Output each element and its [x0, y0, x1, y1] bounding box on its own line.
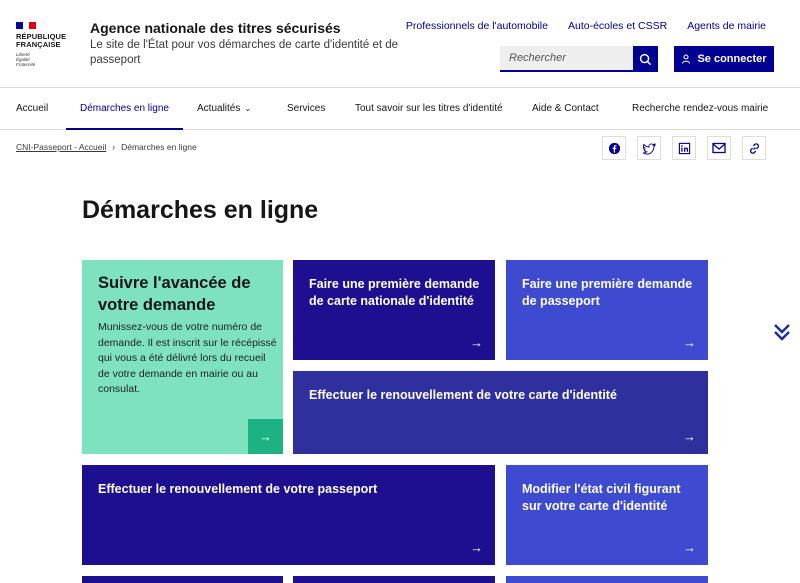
user-icon	[682, 54, 691, 64]
link-icon	[749, 142, 759, 154]
nav-actualites[interactable]: Actualités ⌄	[197, 88, 251, 130]
linkedin-icon	[678, 142, 690, 154]
arrow-right-icon: →	[683, 335, 696, 350]
republique-logo[interactable]: RÉPUBLIQUE FRANÇAISE Liberté Égalité Fra…	[16, 22, 76, 67]
card-partial-3[interactable]	[506, 576, 708, 583]
login-button[interactable]: Se connecter	[674, 46, 774, 72]
nav-accueil[interactable]: Accueil	[16, 88, 48, 130]
search-icon	[639, 53, 652, 65]
card-premiere-cni-title: Faire une première demande de carte nati…	[309, 277, 480, 308]
nav-recherche-rdv[interactable]: Recherche rendez-vous mairie	[632, 88, 768, 130]
breadcrumb: CNI-Passeport - Accueil › Démarches en l…	[16, 142, 197, 152]
breadcrumb-current: Démarches en ligne	[121, 142, 197, 152]
link-auto-ecoles[interactable]: Auto-écoles et CSSR	[568, 20, 667, 32]
top-links: Professionnels de l'automobile Auto-écol…	[406, 20, 766, 32]
flag-icon	[16, 22, 37, 29]
card-premier-passeport-title: Faire une première demande de passeport	[522, 277, 693, 308]
main-nav: Accueil Démarches en ligne Actualités ⌄ S…	[0, 88, 800, 130]
arrow-right-icon[interactable]: →	[248, 419, 283, 454]
copy-link-button[interactable]	[742, 136, 766, 160]
share-linkedin-button[interactable]	[672, 136, 696, 160]
card-partial-2[interactable]	[293, 576, 495, 583]
scroll-down-icon[interactable]	[772, 322, 792, 343]
motto-fraternite: Fraternité	[16, 62, 36, 67]
card-premiere-cni[interactable]: Faire une première demande de carte nati…	[293, 260, 495, 360]
card-suivre-demande[interactable]: Suivre l'avancée de votre demande Muniss…	[82, 260, 283, 454]
nav-demarches-en-ligne[interactable]: Démarches en ligne	[66, 88, 183, 130]
search-input[interactable]: Rechercher	[500, 46, 633, 72]
chevron-down-icon: ⌄	[244, 104, 252, 113]
arrow-right-icon: →	[470, 335, 483, 350]
facebook-icon	[608, 142, 620, 154]
arrow-right-icon: →	[683, 540, 696, 555]
page-title: Démarches en ligne	[82, 196, 319, 224]
breadcrumb-chevron-icon: ›	[112, 142, 116, 152]
arrow-right-icon: →	[683, 429, 696, 444]
twitter-icon	[642, 142, 656, 155]
site-header: RÉPUBLIQUE FRANÇAISE Liberté Égalité Fra…	[0, 0, 800, 88]
site-title[interactable]: Agence nationale des titres sécurisés	[90, 20, 341, 36]
mail-icon	[712, 142, 726, 154]
nav-tout-savoir[interactable]: Tout savoir sur les titres d'identité	[355, 88, 503, 130]
share-email-button[interactable]	[707, 136, 731, 160]
card-suivre-title: Suivre l'avancée de votre demande	[98, 274, 251, 314]
nav-aide-contact[interactable]: Aide & Contact	[532, 88, 599, 130]
link-professionnels-auto[interactable]: Professionnels de l'automobile	[406, 20, 548, 32]
login-label: Se connecter	[697, 53, 767, 65]
card-renouvellement-passeport[interactable]: Effectuer le renouvellement de votre pas…	[82, 465, 495, 565]
site-tagline: Le site de l'État pour vos démarches de …	[90, 39, 399, 66]
card-partial-1[interactable]	[82, 576, 283, 583]
share-facebook-button[interactable]	[602, 136, 626, 160]
card-suivre-description: Munissez-vous de votre numéro de demande…	[98, 321, 277, 395]
link-agents-mairie[interactable]: Agents de mairie	[687, 20, 766, 32]
card-renouvellement-passeport-title: Effectuer le renouvellement de votre pas…	[98, 482, 378, 496]
card-renouvellement-cni-title: Effectuer le renouvellement de votre car…	[309, 388, 617, 402]
search-bar: Rechercher	[500, 46, 658, 72]
arrow-right-icon: →	[470, 540, 483, 555]
card-premier-passeport[interactable]: Faire une première demande de passeport …	[506, 260, 708, 360]
breadcrumb-home[interactable]: CNI-Passeport - Accueil	[16, 142, 106, 152]
card-renouvellement-cni[interactable]: Effectuer le renouvellement de votre car…	[293, 371, 708, 454]
share-buttons	[602, 136, 766, 160]
card-etat-civil-title: Modifier l'état civil figurant sur votre…	[522, 482, 681, 513]
search-button[interactable]	[633, 46, 658, 72]
card-etat-civil[interactable]: Modifier l'état civil figurant sur votre…	[506, 465, 708, 565]
logo-line-2: FRANÇAISE	[16, 40, 61, 49]
nav-actualites-label: Actualités	[197, 103, 241, 114]
share-twitter-button[interactable]	[637, 136, 661, 160]
nav-services[interactable]: Services	[287, 88, 325, 130]
